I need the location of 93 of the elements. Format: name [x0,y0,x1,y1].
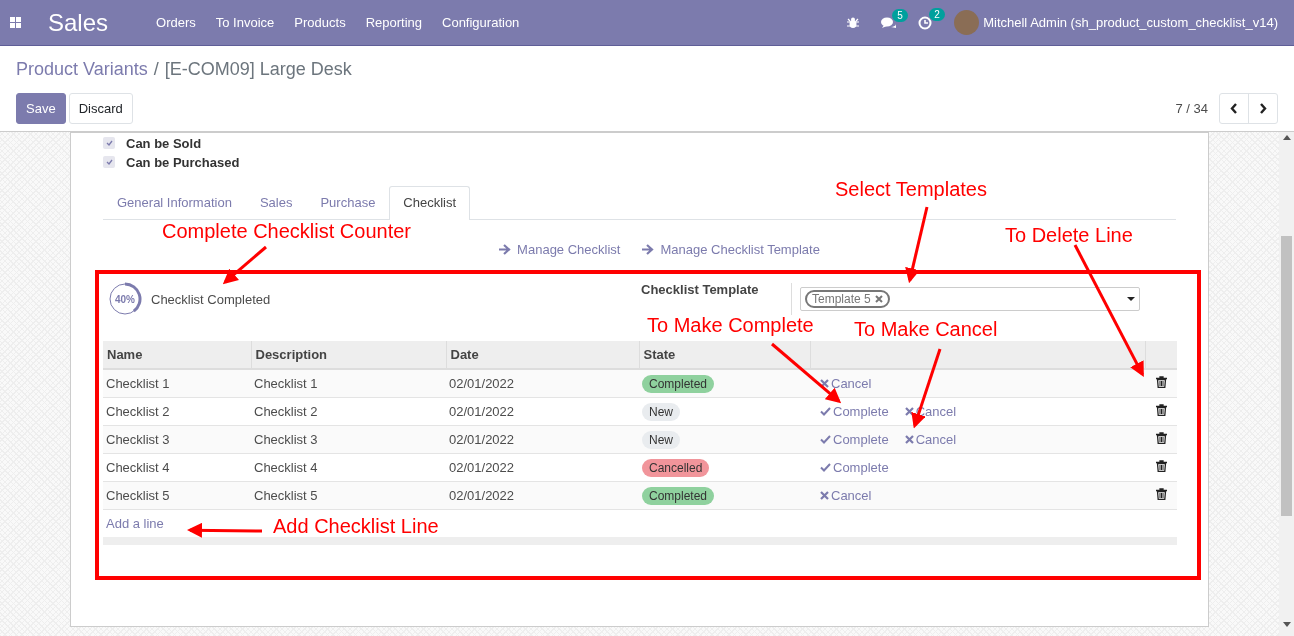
trash-icon[interactable] [1155,404,1167,416]
annotation-text: Select Templates [835,177,987,201]
add-line-link[interactable]: Add a line [106,516,164,531]
checkbox-label: Can be Sold [126,135,202,151]
table-cell: Checklist 4 [103,453,251,482]
column-header[interactable]: Date [446,341,639,369]
column-header[interactable]: Description [251,341,446,369]
caret-icon [1127,297,1135,301]
checkbox[interactable] [103,156,115,168]
menu-item[interactable]: Reporting [355,15,432,30]
state-badge: New [642,403,680,421]
table-cell: Checklist 2 [251,397,446,426]
close-icon [820,379,829,388]
cancel-link[interactable]: Cancel [820,376,872,391]
trash-icon[interactable] [1155,432,1167,444]
close-icon [904,407,914,416]
table-cell: 02/01/2022 [446,481,639,510]
activity-count-badge: 2 [929,7,945,21]
tab[interactable]: General Information [103,186,246,219]
complete-link[interactable]: Complete [820,460,889,475]
chevron-right-icon [1259,103,1267,114]
menu-item[interactable]: To Invoice [205,15,285,30]
state-badge: Cancelled [642,459,710,477]
table-cell: Checklist 4 [251,453,446,482]
check-icon [820,407,831,416]
annotation-text: To Delete Line [1005,223,1133,247]
field-label: Checklist Template [641,282,760,297]
annotation-text: To Make Cancel [854,317,998,341]
chat-icon[interactable] [881,16,897,29]
table-cell: Checklist 1 [103,369,251,398]
checkbox-label: Can be Purchased [126,154,240,170]
menu-item[interactable]: Orders [146,15,206,30]
apps-grid-icon[interactable] [10,16,22,29]
close-icon [904,435,914,444]
state-badge: New [642,431,680,449]
vertical-scrollbar[interactable] [1279,132,1294,636]
pager-value[interactable]: 7 / 34 [1175,101,1208,116]
breadcrumb-link[interactable]: Product Variants [16,59,148,83]
user-name[interactable]: Mitchell Admin (sh_product_custom_checklist_v14) [983,15,1278,30]
complete-link[interactable]: Complete [820,404,889,419]
state-badge: Completed [642,487,715,505]
cancel-link[interactable]: Cancel [820,488,872,503]
column-header[interactable]: Name [103,341,251,369]
complete-link[interactable]: Complete [820,432,889,447]
annotation-text: Complete Checklist Counter [162,219,411,243]
table-cell: 02/01/2022 [446,425,639,454]
check-icon [820,435,831,444]
menu-item[interactable]: Configuration [432,15,530,30]
record-title: [E-COM09] Large Desk [164,59,352,81]
message-count-badge: 5 [892,8,908,22]
close-icon [820,491,829,500]
annotation-text: Add Checklist Line [273,514,439,538]
cancel-link[interactable]: Cancel [904,432,957,447]
annotation-text: To Make Complete [647,313,814,337]
arrow-right-icon [642,244,655,255]
trash-icon[interactable] [1155,488,1167,500]
check-icon [820,463,831,472]
trash-icon[interactable] [1155,376,1167,388]
column-header[interactable]: State [639,341,810,369]
checkbox[interactable] [103,137,115,149]
template-select-field[interactable]: Template 5 [800,287,1140,311]
tab[interactable]: Checklist [389,186,471,220]
progress-label: Checklist Completed [151,291,271,307]
table-cell: Checklist 5 [103,481,251,510]
save-button[interactable]: Save [16,93,66,124]
app-title[interactable]: Sales [48,8,109,37]
scroll-up-arrow-icon[interactable] [1282,135,1291,140]
remove-tag-icon[interactable] [874,295,883,303]
chevron-left-icon [1230,103,1238,114]
template-tag[interactable]: Template 5 [805,290,890,308]
annotation-arrow [222,245,267,285]
discard-button[interactable]: Discard [68,93,133,124]
table-cell: Checklist 3 [103,425,251,454]
bug-icon[interactable] [847,16,860,29]
tab[interactable]: Purchase [306,186,390,219]
table-cell: 02/01/2022 [446,397,639,426]
trash-icon[interactable] [1155,460,1167,472]
table-cell: 02/01/2022 [446,369,639,398]
tab[interactable]: Sales [245,186,307,219]
breadcrumb-separator: / [153,59,159,81]
table-cell: Checklist 2 [103,397,251,426]
table-cell: Checklist 1 [251,369,446,398]
menu-item[interactable]: Products [284,15,356,30]
clock-icon[interactable] [918,15,933,30]
table-cell: Checklist 5 [251,481,446,510]
table-cell: 02/01/2022 [446,453,639,482]
action-link[interactable]: Manage Checklist Template [660,242,820,257]
arrow-right-icon [499,244,512,255]
scroll-down-arrow-icon[interactable] [1282,622,1291,627]
table-cell: Checklist 3 [251,425,446,454]
action-link[interactable]: Manage Checklist [517,242,621,257]
state-badge: Completed [642,375,715,393]
progress-reading: 40% [115,293,135,305]
